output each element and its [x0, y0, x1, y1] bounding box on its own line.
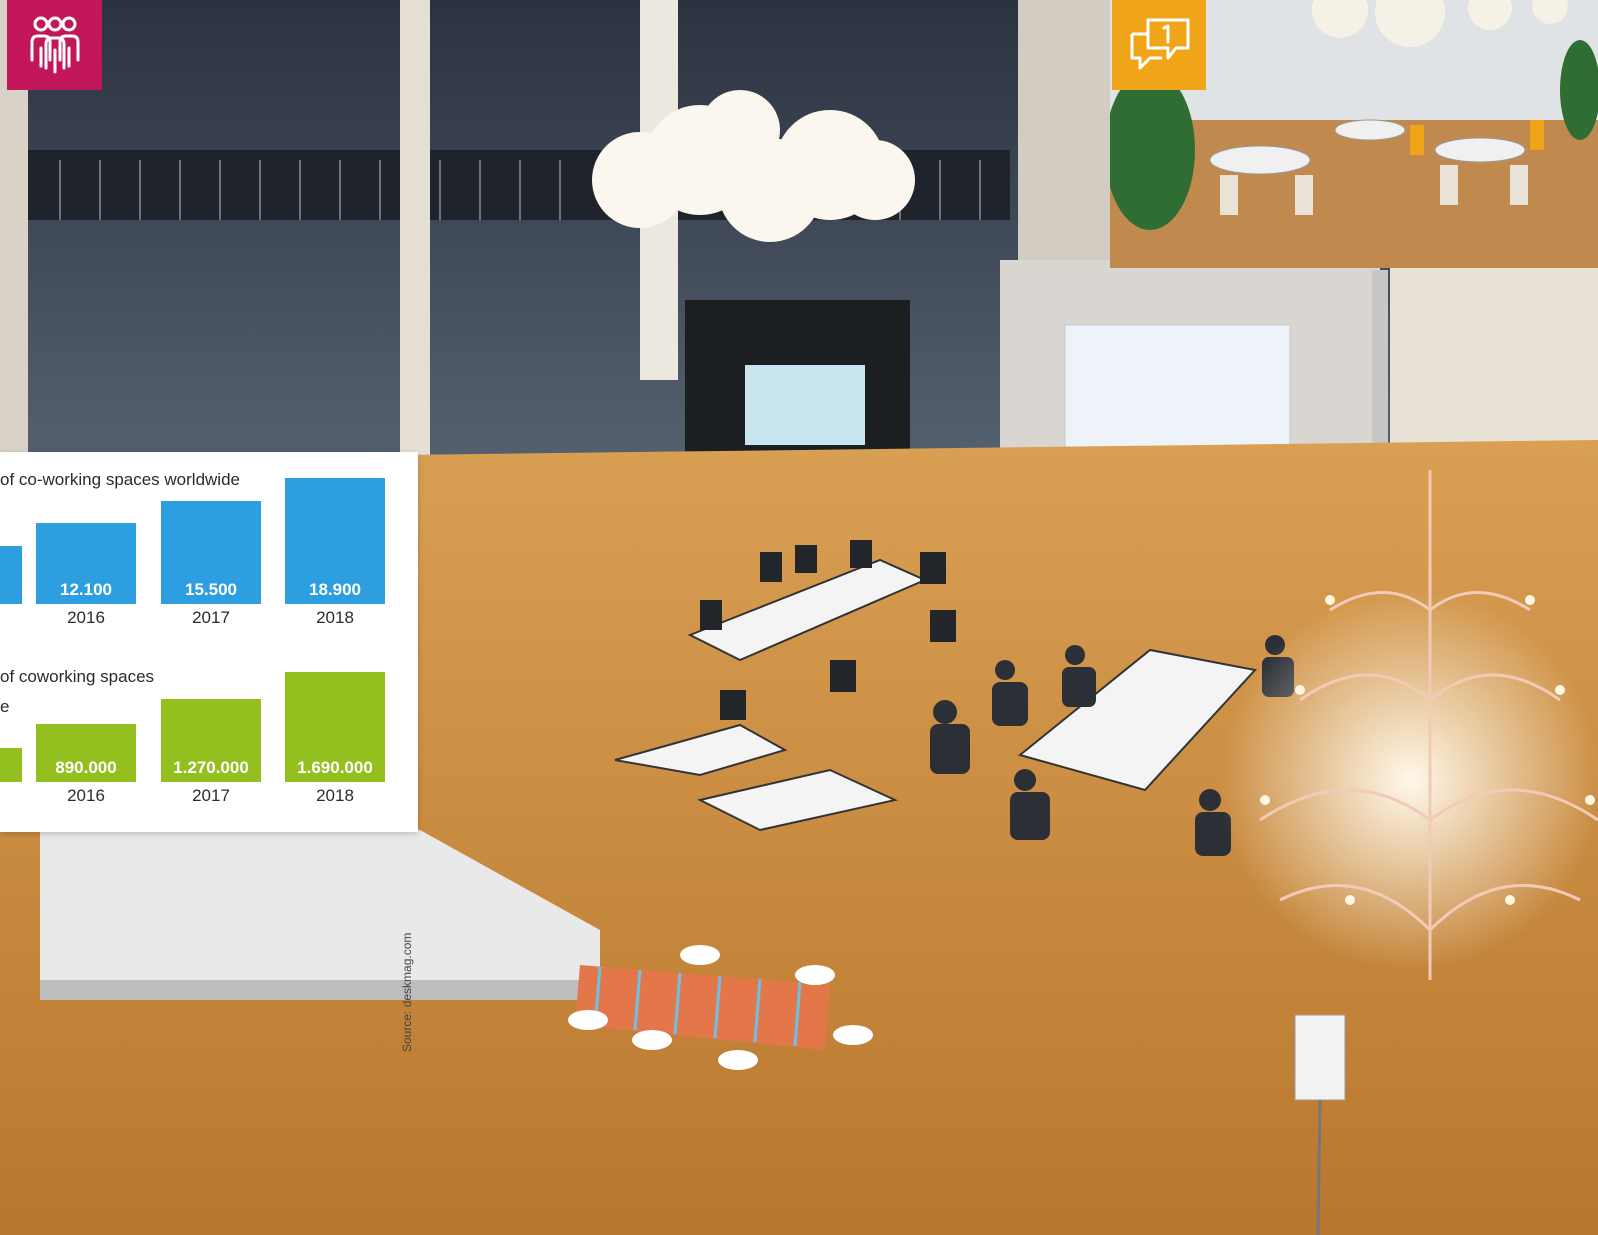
chart-1-bar-2017: 15.500 [161, 501, 261, 604]
chart-2-year-label: 2016 [67, 786, 105, 805]
chart-1-year-label: 2018 [316, 608, 354, 627]
chart-1-bar-2018: 18.900 [285, 478, 385, 604]
chart-2-bar-2017: 1.270.000 [161, 699, 261, 782]
chart-2-bar-2016: 890.000 [36, 724, 136, 782]
chart-2-value-label: 1.690.000 [297, 758, 373, 777]
chart-1-title: of co-working spaces worldwide [0, 470, 240, 489]
chart-2-value-label: 1.270.000 [173, 758, 249, 777]
source-note: Source: deskmag.com [400, 932, 414, 1052]
chart-1-bar-2016: 12.100 [36, 523, 136, 604]
chart-1-value-label: 18.900 [309, 580, 361, 599]
chart-1-year-label: 2017 [192, 608, 230, 627]
chart-1-value-label: 15.500 [185, 580, 237, 599]
chart-panel: of co-working spaces worldwide of cowork… [0, 452, 418, 1052]
people-group-icon [30, 16, 79, 74]
chart-2-title-line2: e [0, 697, 10, 716]
chart-1-year-label: 2016 [67, 608, 105, 627]
chart-2-value-label: 890.000 [55, 758, 117, 777]
chart-2-year-label: 2017 [192, 786, 230, 805]
chart-1-value-label: 12.100 [60, 580, 112, 599]
chart-2-bar-cut [0, 748, 22, 782]
chart-2-title: of coworking spaces [0, 667, 155, 686]
people-badge [7, 0, 102, 90]
chart-1-bar-cut [0, 546, 22, 604]
chart-2-bar-2018: 1.690.000 [285, 672, 385, 782]
chat-bubbles-icon [1130, 18, 1190, 70]
chart-2-year-label: 2018 [316, 786, 354, 805]
chat-badge [1112, 0, 1206, 90]
